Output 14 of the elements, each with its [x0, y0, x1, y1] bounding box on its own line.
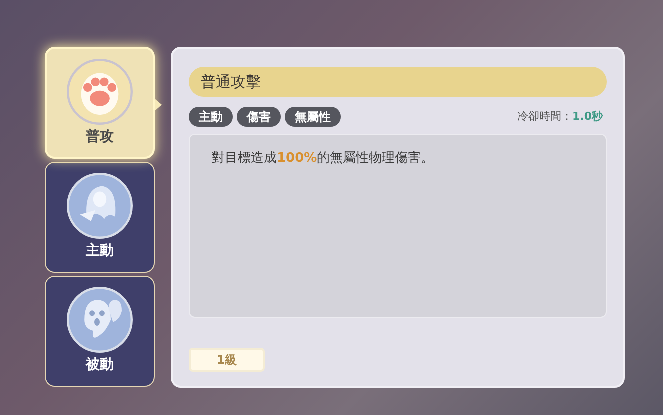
pointer-icon — [155, 99, 162, 111]
spirit-girl-icon — [67, 173, 133, 239]
paw-icon — [67, 58, 133, 124]
skill-tag: 主動 — [189, 107, 233, 127]
ghost-icon — [67, 287, 133, 353]
cooldown-value: 1.0秒 — [572, 108, 603, 125]
skill-tab[interactable]: 主動 — [45, 162, 155, 273]
skill-tab[interactable]: 被動 — [45, 276, 155, 387]
skill-title: 普通攻擊 — [201, 72, 261, 93]
skill-tag: 傷害 — [237, 107, 281, 127]
level-badge: 1級 — [189, 348, 265, 372]
cooldown-label: 冷卻時間： — [518, 108, 572, 125]
skill-tag: 無屬性 — [285, 107, 341, 127]
skill-description: 對目標造成100%的無屬性物理傷害。 — [212, 151, 434, 166]
